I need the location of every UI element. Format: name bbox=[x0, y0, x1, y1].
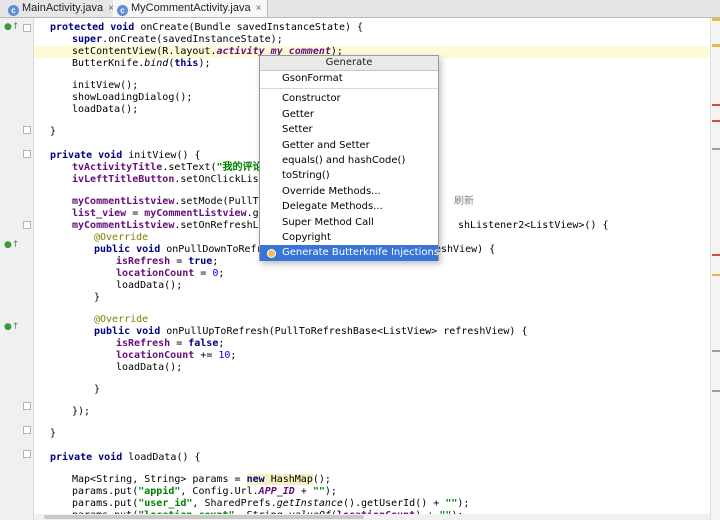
menu-item-constructor[interactable]: Constructor bbox=[260, 91, 438, 106]
code-line: } bbox=[50, 126, 57, 137]
fold-icon[interactable] bbox=[23, 402, 31, 410]
menu-item-gsonformat[interactable]: GsonFormat bbox=[260, 71, 438, 86]
fold-icon[interactable] bbox=[23, 150, 31, 158]
c-class-icon: c bbox=[8, 5, 19, 16]
scrollbar-thumb[interactable] bbox=[44, 515, 364, 519]
code-line: }); bbox=[72, 406, 91, 417]
warning-marker[interactable] bbox=[712, 18, 720, 21]
menu-item-generate-butterknife-injections[interactable]: Generate Butterknife Injections bbox=[260, 245, 440, 261]
error-marker[interactable] bbox=[712, 254, 720, 256]
code-line: } bbox=[50, 428, 57, 439]
code-line: myCommentListview.setOnRefreshListe bbox=[72, 220, 283, 231]
menu-item-override-methods[interactable]: Override Methods... bbox=[260, 184, 438, 199]
editor-gutter[interactable]: ●↑ ●↑ ●↑ bbox=[0, 18, 34, 520]
tab-label: MainActivity.java bbox=[22, 2, 104, 14]
code-line: loadData(); bbox=[72, 104, 139, 115]
code-comment: 刷新 bbox=[454, 196, 474, 207]
tab-main-activity[interactable]: c MainActivity.java × bbox=[4, 0, 121, 17]
code-line: isRefresh = false; bbox=[116, 338, 225, 349]
code-line: protected void onCreate(Bundle savedInst… bbox=[50, 22, 364, 33]
code-line: loadData(); bbox=[116, 362, 183, 373]
code-line-tail: eshView) { bbox=[435, 244, 496, 255]
menu-item-super-method-call[interactable]: Super Method Call bbox=[260, 215, 438, 230]
error-stripe[interactable] bbox=[710, 18, 720, 520]
menu-item-delegate-methods[interactable]: Delegate Methods... bbox=[260, 199, 438, 214]
code-annotation: @Override bbox=[94, 232, 149, 243]
generate-popup-menu: Generate GsonFormat Constructor Getter S… bbox=[259, 55, 439, 261]
override-marker-icon[interactable]: ●↑ bbox=[4, 22, 19, 32]
error-marker[interactable] bbox=[712, 120, 720, 122]
code-line: super.onCreate(savedInstanceState); bbox=[72, 34, 283, 45]
fold-icon[interactable] bbox=[23, 426, 31, 434]
code-line: ivLeftTitleButton.setOnClickListene bbox=[72, 174, 283, 185]
code-line-tail: shListener2<ListView>() { bbox=[458, 220, 609, 231]
code-line: isRefresh = true; bbox=[116, 256, 219, 267]
editor-tab-bar: c MainActivity.java × c MyCommentActivity.j… bbox=[0, 0, 720, 18]
menu-item-getter-and-setter[interactable]: Getter and Setter bbox=[260, 138, 438, 153]
code-line: initView(); bbox=[72, 80, 139, 91]
code-line: params.put("user_id", SharedPrefs.getIns… bbox=[72, 498, 470, 509]
fold-icon[interactable] bbox=[23, 450, 31, 458]
code-line: loadData(); bbox=[116, 280, 183, 291]
code-line: public void onPullDownToRefresh bbox=[94, 244, 281, 255]
code-line: tvActivityTitle.setText("我的评论"); bbox=[72, 162, 281, 173]
code-line: showLoadingDialog(); bbox=[72, 92, 193, 103]
menu-item-label: Generate Butterknife Injections bbox=[282, 247, 440, 259]
menu-item-copyright[interactable]: Copyright bbox=[260, 230, 438, 245]
tab-label: MyCommentActivity.java bbox=[131, 2, 251, 14]
fold-icon[interactable] bbox=[23, 24, 31, 32]
code-line: public void onPullUpToRefresh(PullToRefr… bbox=[94, 326, 528, 337]
info-marker[interactable] bbox=[712, 350, 720, 352]
code-line: Map<String, String> params = new HashMap… bbox=[72, 474, 331, 485]
override-marker-icon[interactable]: ●↑ bbox=[4, 240, 19, 250]
code-line: params.put("appid", Config.Url.APP_ID + … bbox=[72, 486, 337, 497]
menu-item-getter[interactable]: Getter bbox=[260, 107, 438, 122]
warning-marker[interactable] bbox=[712, 274, 720, 276]
close-icon[interactable]: × bbox=[256, 3, 262, 14]
menu-item-tostring[interactable]: toString() bbox=[260, 168, 438, 183]
tab-my-comment-activity[interactable]: c MyCommentActivity.java × bbox=[113, 0, 269, 17]
code-line: } bbox=[94, 384, 101, 395]
fold-icon[interactable] bbox=[23, 126, 31, 134]
horizontal-scrollbar[interactable] bbox=[34, 514, 710, 520]
info-marker[interactable] bbox=[712, 390, 720, 392]
code-line: locationCount += 10; bbox=[116, 350, 237, 361]
code-line: list_view = myCommentListview.getRe bbox=[72, 208, 283, 219]
info-marker[interactable] bbox=[712, 148, 720, 150]
code-line: } bbox=[94, 292, 101, 303]
menu-item-setter[interactable]: Setter bbox=[260, 122, 438, 137]
fold-icon[interactable] bbox=[23, 221, 31, 229]
c-class-icon: c bbox=[117, 5, 128, 16]
code-annotation: @Override bbox=[94, 314, 149, 325]
menu-item-equals-hashcode[interactable]: equals() and hashCode() bbox=[260, 153, 438, 168]
menu-separator bbox=[260, 88, 438, 90]
code-line: private void loadData() { bbox=[50, 452, 201, 463]
warning-marker[interactable] bbox=[712, 44, 720, 47]
code-line: locationCount = 0; bbox=[116, 268, 225, 279]
code-line: private void initView() { bbox=[50, 150, 201, 161]
override-marker-icon[interactable]: ●↑ bbox=[4, 322, 19, 332]
code-line: ButterKnife.bind(this); bbox=[72, 58, 211, 69]
popup-title: Generate bbox=[260, 56, 438, 71]
code-line: myCommentListview.setMode(PullToRef bbox=[72, 196, 283, 207]
butterknife-icon bbox=[267, 249, 276, 259]
error-marker[interactable] bbox=[712, 104, 720, 106]
